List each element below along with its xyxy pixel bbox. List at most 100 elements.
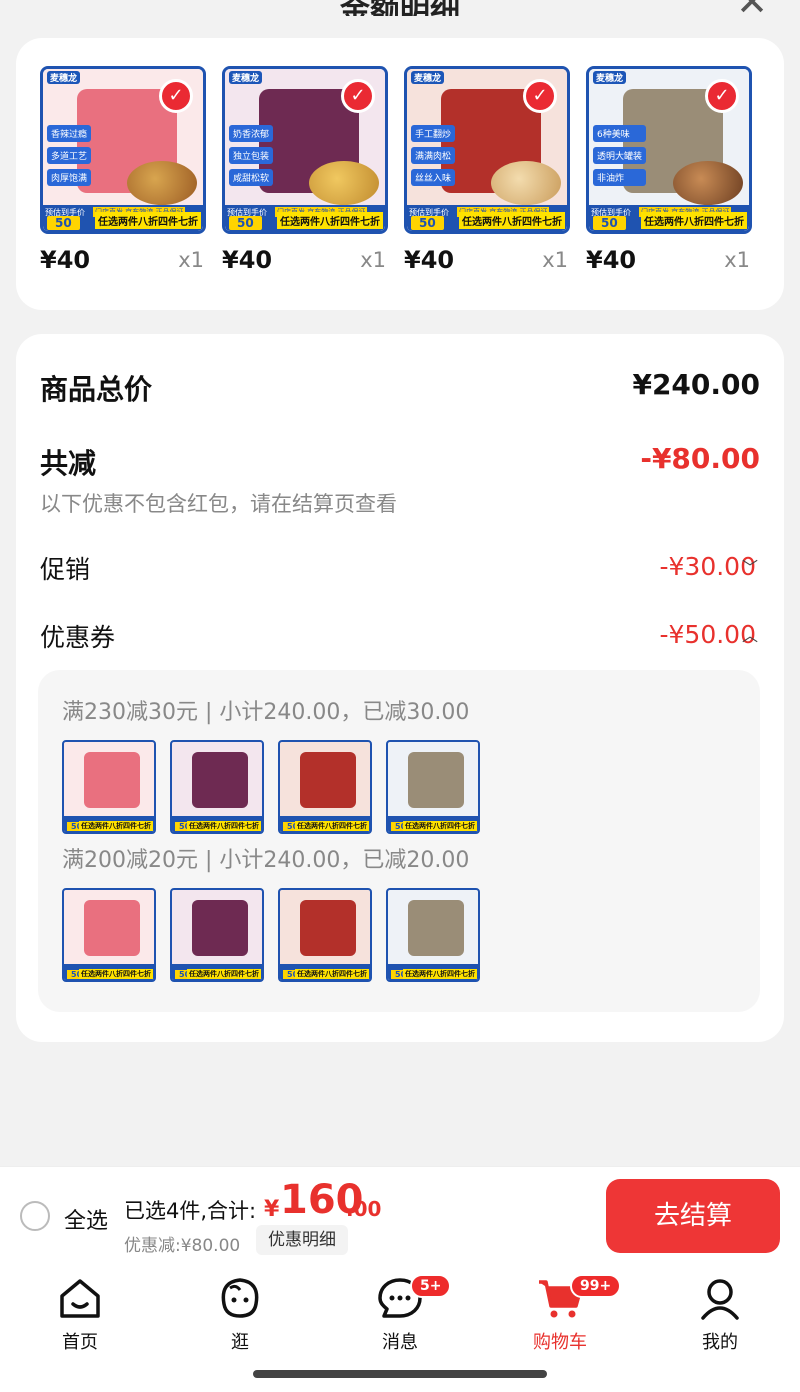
coupon-product-thumbnail[interactable]: 50 任选两件八折四件七折 (386, 888, 480, 982)
checkmark-icon[interactable]: ✓ (341, 79, 375, 113)
product-tag: 丝丝入味 (411, 169, 456, 186)
brand-logo: 麦穗龙 (229, 71, 263, 84)
nav-label: 购物车 (533, 1332, 587, 1353)
promo-banner: 任选两件八折四件七折 (641, 212, 747, 229)
notification-badge: 5+ (410, 1274, 452, 1298)
product-price: ¥40 (404, 246, 455, 274)
nav-label: 首页 (62, 1332, 98, 1353)
product-quantity: x1 (724, 248, 750, 272)
close-icon[interactable]: ✕ (736, 0, 768, 24)
total-amount-decimal: .00 (346, 1197, 382, 1221)
checkmark-icon[interactable]: ✓ (705, 79, 739, 113)
browse-icon (221, 1278, 259, 1318)
product-item[interactable]: 麦穗龙 手工翻炒 满满肉松 丝丝入味 预估到手价 50 门店直发 京东物流 正品… (404, 66, 572, 282)
coupon-rule-line: 满230减30元 | 小计240.00，已减30.00 (62, 700, 470, 725)
brand-logo: 麦穗龙 (411, 71, 445, 84)
checkout-bar: 全选 已选4件,合计: ¥ 160 .00 优惠减:¥80.00 优惠明细 去结… (0, 1166, 800, 1262)
brand-logo: 麦穗龙 (47, 71, 81, 84)
product-price: ¥40 (40, 246, 91, 274)
total-currency: ¥ (264, 1197, 280, 1222)
promo-banner: 任选两件八折四件七折 (277, 212, 383, 229)
product-tag: 6种美味 (593, 125, 647, 142)
reduction-label: 共减 (40, 447, 97, 480)
coupon-product-thumbnail[interactable]: 50 任选两件八折四件七折 (62, 740, 156, 834)
chevron-up-icon[interactable]: ︿ (742, 622, 758, 646)
coupon-product-row: 50 任选两件八折四件七折 50 任选两件八折四件七折 50 任选两件八折四件七折 5… (62, 888, 480, 982)
nav-label: 我的 (702, 1332, 738, 1353)
promo-banner: 任选两件八折四件七折 (295, 821, 369, 831)
product-quantity: x1 (178, 248, 204, 272)
product-tag: 咸甜松软 (229, 169, 274, 186)
product-thumbnail[interactable]: 麦穗龙 奶香浓郁 独立包装 咸甜松软 预估到手价 50 门店直发 京东物流 正品… (222, 66, 388, 234)
promo-banner: 任选两件八折四件七折 (459, 212, 565, 229)
product-quantity: x1 (542, 248, 568, 272)
product-tag: 肉厚饱满 (47, 169, 92, 186)
estimate-value: 50 (411, 216, 444, 230)
promo-banner: 任选两件八折四件七折 (95, 212, 201, 229)
product-price: ¥40 (586, 246, 637, 274)
product-item[interactable]: 麦穗龙 奶香浓郁 独立包装 咸甜松软 预估到手价 50 门店直发 京东物流 正品… (222, 66, 390, 282)
promo-banner: 任选两件八折四件七折 (403, 821, 477, 831)
page-title: 金额明细 (0, 0, 800, 16)
promo-banner: 任选两件八折四件七折 (79, 969, 153, 979)
coupon-product-thumbnail[interactable]: 50 任选两件八折四件七折 (170, 888, 264, 982)
product-tag: 满满肉松 (411, 147, 456, 164)
nav-item-cart[interactable]: 购物车 99+ (500, 1274, 622, 1354)
promo-banner: 任选两件八折四件七折 (79, 821, 153, 831)
promo-banner: 任选两件八折四件七折 (187, 969, 261, 979)
coupon-rule-line: 满200减20元 | 小计240.00，已减20.00 (62, 848, 470, 873)
coupon-label[interactable]: 优惠券 (40, 618, 115, 654)
product-item[interactable]: 麦穗龙 香辣过瘾 多道工艺 肉厚饱满 预估到手价 50 门店直发 京东物流 正品… (40, 66, 208, 282)
reduction-value: -¥80.00 (640, 442, 760, 475)
estimate-value: 50 (47, 216, 80, 230)
product-thumbnail[interactable]: 麦穗龙 香辣过瘾 多道工艺 肉厚饱满 预估到手价 50 门店直发 京东物流 正品… (40, 66, 206, 234)
cart-count-badge: 99+ (570, 1274, 622, 1298)
product-tag: 透明大罐装 (593, 147, 647, 164)
coupon-product-thumbnail[interactable]: 50 任选两件八折四件七折 (170, 740, 264, 834)
promo-banner: 任选两件八折四件七折 (295, 969, 369, 979)
product-quantity: x1 (360, 248, 386, 272)
coupon-product-thumbnail[interactable]: 50 任选两件八折四件七折 (278, 888, 372, 982)
home-icon (60, 1279, 100, 1318)
product-tag: 独立包装 (229, 147, 274, 164)
promotion-label[interactable]: 促销 (40, 550, 90, 586)
nav-label: 消息 (382, 1332, 418, 1353)
chevron-down-icon[interactable]: ﹀ (742, 554, 758, 578)
promo-banner: 任选两件八折四件七折 (403, 969, 477, 979)
price-summary-card: 商品总价 ¥240.00 共减 -¥80.00 以下优惠不包含红包，请在结算页查… (16, 334, 784, 1042)
coupon-product-row: 50 任选两件八折四件七折 50 任选两件八折四件七折 50 任选两件八折四件七折 5… (62, 740, 480, 834)
product-item[interactable]: 麦穗龙 6种美味 透明大罐装 非油炸 预估到手价 50 门店直发 京东物流 正品… (586, 66, 754, 282)
discount-detail-button[interactable]: 优惠明细 (256, 1225, 348, 1255)
nav-item-messages[interactable]: 消息 5+ (340, 1274, 460, 1354)
nav-item-browse[interactable]: 逛 (180, 1274, 300, 1354)
product-tag: 多道工艺 (47, 147, 92, 164)
estimate-value: 50 (593, 216, 626, 230)
coupon-product-thumbnail[interactable]: 50 任选两件八折四件七折 (386, 740, 480, 834)
nav-item-home[interactable]: 首页 (20, 1274, 140, 1354)
select-all-checkbox[interactable] (20, 1201, 50, 1231)
home-indicator[interactable] (253, 1370, 547, 1378)
product-tag: 手工翻炒 (411, 125, 456, 142)
checkmark-icon[interactable]: ✓ (159, 79, 193, 113)
bottom-navigation: 首页 逛 消息 5+ 购物车 99+ 我的 (0, 1262, 800, 1392)
estimate-value: 50 (229, 216, 262, 230)
product-tag: 香辣过瘾 (47, 125, 92, 142)
coupon-product-thumbnail[interactable]: 50 任选两件八折四件七折 (62, 888, 156, 982)
product-thumbnail[interactable]: 麦穗龙 6种美味 透明大罐装 非油炸 预估到手价 50 门店直发 京东物流 正品… (586, 66, 752, 234)
brand-logo: 麦穗龙 (593, 71, 627, 84)
product-price: ¥40 (222, 246, 273, 274)
checkout-button[interactable]: 去结算 (606, 1179, 780, 1253)
checkmark-icon[interactable]: ✓ (523, 79, 557, 113)
selected-products-card: 麦穗龙 香辣过瘾 多道工艺 肉厚饱满 预估到手价 50 门店直发 京东物流 正品… (16, 38, 784, 310)
nav-label: 逛 (231, 1332, 249, 1353)
goods-total-value: ¥240.00 (632, 368, 760, 401)
product-tag: 非油炸 (593, 169, 647, 186)
product-thumbnail[interactable]: 麦穗龙 手工翻炒 满满肉松 丝丝入味 预估到手价 50 门店直发 京东物流 正品… (404, 66, 570, 234)
nav-item-profile[interactable]: 我的 (660, 1274, 780, 1354)
profile-icon (701, 1279, 739, 1320)
selected-count-text: 已选4件,合计: (124, 1199, 257, 1223)
coupon-product-thumbnail[interactable]: 50 任选两件八折四件七折 (278, 740, 372, 834)
discount-amount: 优惠减:¥80.00 (124, 1236, 241, 1256)
select-all-label[interactable]: 全选 (64, 1203, 108, 1235)
goods-total-label: 商品总价 (40, 373, 153, 406)
